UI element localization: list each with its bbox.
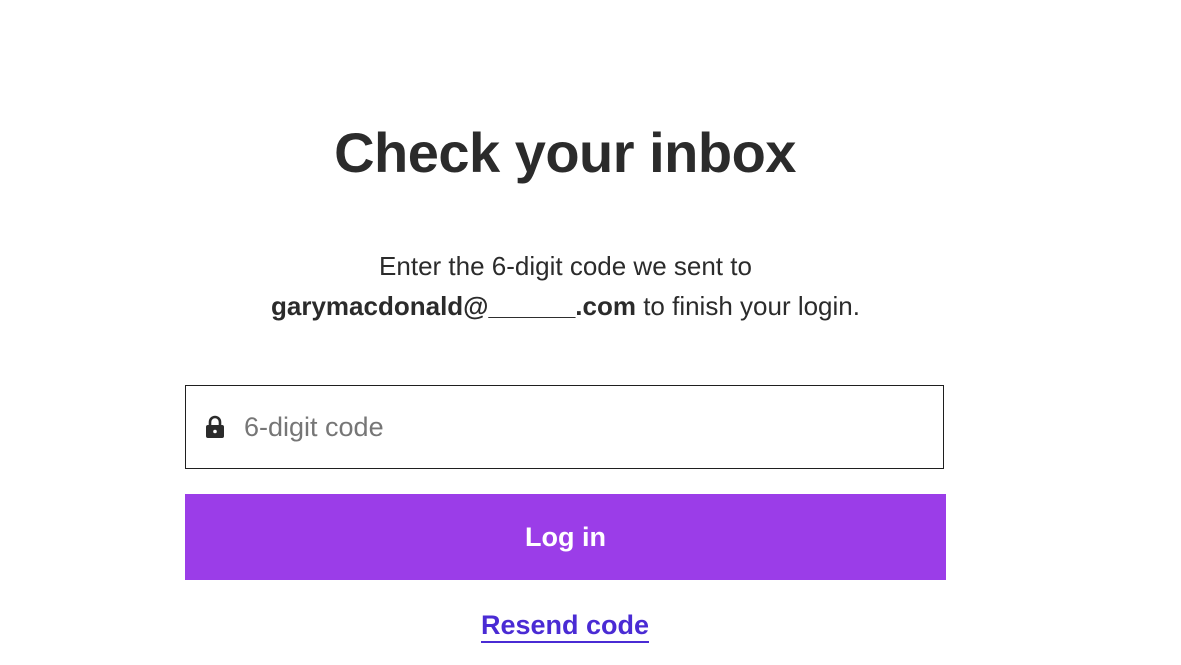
instructions-line-2: garymacdonald@______.com to finish your … <box>185 286 946 326</box>
login-verification-page: Check your inbox Enter the 6-digit code … <box>0 0 1181 665</box>
resend-code-link[interactable]: Resend code <box>480 610 650 643</box>
instructions-text: Enter the 6-digit code we sent to garyma… <box>185 246 946 326</box>
page-title: Check your inbox <box>334 121 796 184</box>
code-input[interactable] <box>244 397 943 457</box>
login-button[interactable]: Log in <box>185 494 946 580</box>
lock-icon <box>204 414 226 440</box>
email-address: garymacdonald@______.com <box>271 291 636 321</box>
instructions-suffix: to finish your login. <box>635 291 860 321</box>
instructions-line-1: Enter the 6-digit code we sent to <box>379 251 752 281</box>
code-field[interactable] <box>185 385 944 469</box>
resend-container: Resend code <box>0 610 1130 643</box>
